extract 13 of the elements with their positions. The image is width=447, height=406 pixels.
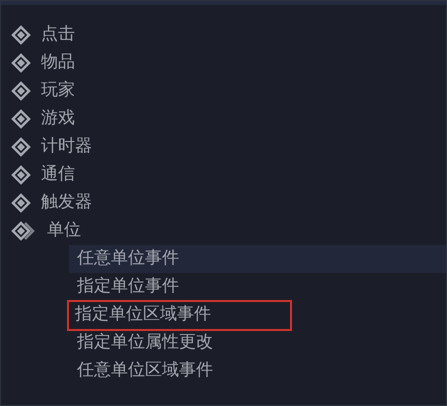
category-item[interactable]: 点击 (41, 22, 75, 48)
category-item[interactable]: 计时器 (41, 134, 92, 160)
category-item[interactable]: 触发器 (41, 190, 92, 216)
event-item[interactable]: 指定单位区域事件 (67, 301, 211, 329)
event-item[interactable]: 指定单位事件 (69, 273, 179, 301)
event-item[interactable]: 任意单位区域事件 (69, 357, 213, 385)
category-item[interactable]: 单位 (47, 218, 81, 244)
event-item[interactable]: 指定单位属性更改 (69, 329, 213, 357)
category-item[interactable]: 物品 (41, 50, 75, 76)
category-item[interactable]: 玩家 (41, 78, 75, 104)
category-item[interactable]: 通信 (41, 162, 75, 188)
category-item[interactable]: 游戏 (41, 106, 75, 132)
event-item[interactable]: 任意单位事件 (69, 245, 446, 273)
